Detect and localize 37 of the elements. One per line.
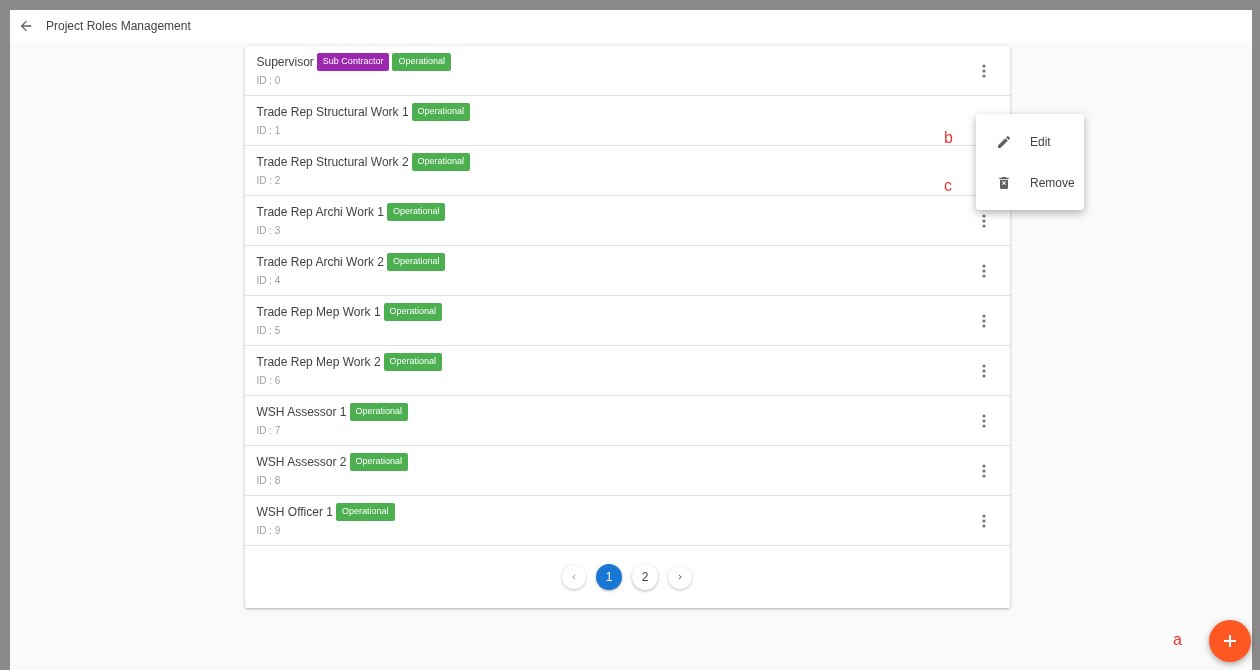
- role-tag: Operational: [383, 353, 443, 371]
- role-id: ID : 7: [256, 424, 281, 438]
- role-id: ID : 3: [256, 224, 281, 238]
- role-name: Supervisor: [256, 54, 314, 71]
- role-id: ID : 4: [256, 274, 281, 288]
- role-tag: Operational: [386, 253, 446, 271]
- role-id: ID : 1: [256, 124, 281, 138]
- role-tag: Operational: [411, 103, 471, 121]
- role-id: ID : 5: [256, 324, 281, 338]
- role-name: WSH Assessor 1: [256, 404, 347, 421]
- role-tag: Operational: [411, 153, 471, 171]
- annotation-letter: b: [944, 128, 953, 148]
- role-tag: Operational: [392, 53, 451, 71]
- role-id: ID : 0: [256, 74, 281, 88]
- role-name: Trade Rep Archi Work 1: [256, 204, 384, 221]
- role-id: ID : 2: [256, 174, 281, 188]
- role-tag: Operational: [349, 403, 409, 421]
- role-name: Trade Rep Structural Work 2: [256, 154, 409, 171]
- role-name: Trade Rep Archi Work 2: [256, 254, 384, 271]
- role-tag: Operational: [335, 503, 395, 521]
- role-name: Trade Rep Structural Work 1: [256, 104, 409, 121]
- role-id: ID : 6: [256, 374, 281, 388]
- menu-item-label: Remove: [1030, 174, 1075, 192]
- role-id: ID : 8: [256, 474, 281, 488]
- role-id: ID : 9: [256, 524, 281, 538]
- role-tag: Sub Contractor: [316, 53, 390, 71]
- page-title: Project Roles Management: [46, 18, 191, 35]
- role-tag: Operational: [349, 453, 409, 471]
- role-tag: Operational: [383, 303, 443, 321]
- role-name: Trade Rep Mep Work 2: [256, 354, 381, 371]
- role-name: WSH Assessor 2: [256, 454, 347, 471]
- menu-item-label: Edit: [1030, 133, 1051, 151]
- role-tag: Operational: [386, 203, 446, 221]
- annotation-letter: c: [944, 176, 952, 196]
- role-name: WSH Officer 1: [256, 504, 333, 521]
- role-name: Trade Rep Mep Work 1: [256, 304, 381, 321]
- annotation-letter: a: [1173, 630, 1182, 650]
